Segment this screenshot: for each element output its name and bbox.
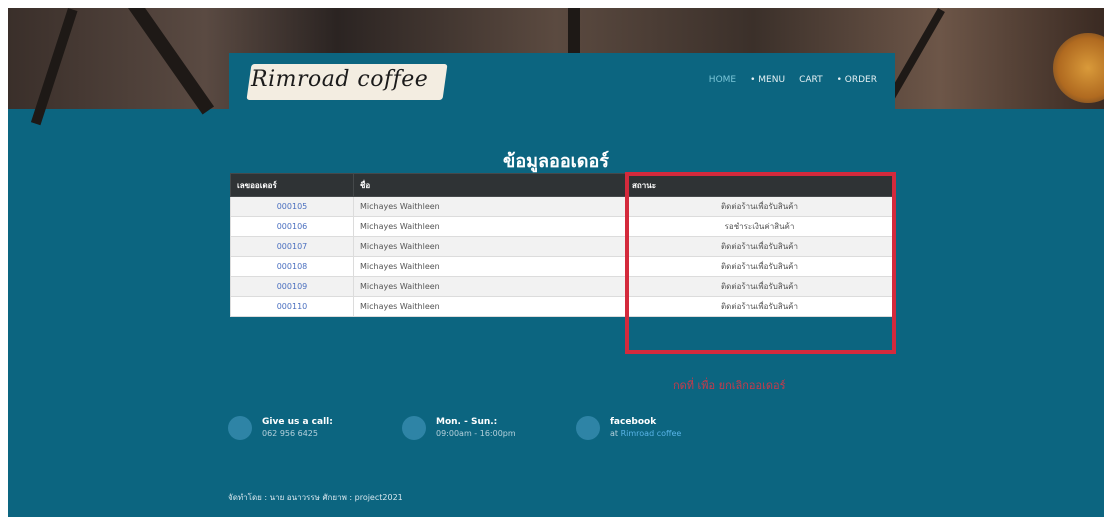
status-cell: ติดต่อร้านเพื่อรับสินค้า (625, 276, 894, 297)
cancel-order-link[interactable]: กดที่ เพื่อ ยกเลิกออเดอร์ (673, 376, 786, 394)
order-number-cell: 000108 (230, 256, 354, 277)
lamp-decoration (1053, 33, 1104, 103)
order-number-cell: 000105 (230, 196, 354, 217)
table-row: 000105 Michayes Waithleen ติดต่อร้านเพื่… (230, 196, 894, 217)
header-name: ชื่อ (353, 173, 626, 197)
name-cell: Michayes Waithleen (353, 276, 626, 297)
order-number-cell: 000110 (230, 296, 354, 317)
ceiling-beam (128, 8, 215, 115)
contact-phone-title: Give us a call: (262, 417, 333, 427)
facebook-icon (576, 416, 600, 440)
nav-menu-item[interactable]: • MENU (750, 75, 785, 85)
order-number-cell: 000106 (230, 216, 354, 237)
nav-cart[interactable]: CART (799, 75, 823, 85)
contact-phone: Give us a call: 062 956 6425 (228, 416, 333, 440)
table-header-row: เลขออเดอร์ ชื่อ สถานะ (230, 173, 894, 197)
name-cell: Michayes Waithleen (353, 236, 626, 257)
nav-order[interactable]: • ORDER (837, 75, 877, 85)
order-number-link[interactable]: 000110 (277, 302, 308, 311)
order-number-link[interactable]: 000109 (277, 282, 308, 291)
page-frame: Rimroad coffee HOME • MENU CART • ORDER … (8, 8, 1104, 517)
logo[interactable]: Rimroad coffee (251, 67, 451, 92)
name-cell: Michayes Waithleen (353, 296, 626, 317)
table-row: 000106 Michayes Waithleen รอชำระเงินค่าส… (230, 216, 894, 237)
table-row: 000107 Michayes Waithleen ติดต่อร้านเพื่… (230, 236, 894, 257)
table-row: 000109 Michayes Waithleen ติดต่อร้านเพื่… (230, 276, 894, 297)
clock-icon (402, 416, 426, 440)
nav-menu-label: MENU (758, 75, 786, 85)
header-order-number: เลขออเดอร์ (230, 173, 354, 197)
status-cell: รอชำระเงินค่าสินค้า (625, 216, 894, 237)
contact-hours-title: Mon. - Sun.: (436, 417, 498, 427)
table-row: 000110 Michayes Waithleen ติดต่อร้านเพื่… (230, 296, 894, 317)
contact-hours-value: 09:00am - 16:00pm (436, 429, 516, 438)
name-cell: Michayes Waithleen (353, 216, 626, 237)
facebook-link[interactable]: Rimroad coffee (621, 429, 682, 438)
order-number-link[interactable]: 000106 (277, 222, 308, 231)
order-number-link[interactable]: 000105 (277, 202, 308, 211)
contact-facebook-text: facebook at Rimroad coffee (610, 416, 681, 440)
table-row: 000108 Michayes Waithleen ติดต่อร้านเพื่… (230, 256, 894, 277)
contact-facebook: facebook at Rimroad coffee (576, 416, 681, 440)
contact-facebook-title: facebook (610, 417, 657, 427)
navbar: Rimroad coffee HOME • MENU CART • ORDER (229, 53, 895, 116)
ceiling-beam (30, 8, 78, 126)
contact-facebook-prefix: at (610, 429, 619, 438)
contact-phone-text: Give us a call: 062 956 6425 (262, 416, 333, 440)
contact-facebook-sub: at Rimroad coffee (610, 428, 681, 440)
status-cell: ติดต่อร้านเพื่อรับสินค้า (625, 236, 894, 257)
orders-table: เลขออเดอร์ ชื่อ สถานะ 000105 Michayes Wa… (230, 173, 894, 317)
status-cell: ติดต่อร้านเพื่อรับสินค้า (625, 196, 894, 217)
nav-menu: HOME • MENU CART • ORDER (709, 75, 877, 85)
order-number-cell: 000109 (230, 276, 354, 297)
order-number-cell: 000107 (230, 236, 354, 257)
footer-credit: จัดทำโดย : นาย อนาวรรษ ศักยาพ : project2… (228, 493, 403, 502)
name-cell: Michayes Waithleen (353, 196, 626, 217)
header-status: สถานะ (625, 173, 894, 197)
contact-hours-text: Mon. - Sun.: 09:00am - 16:00pm (436, 416, 516, 440)
contact-phone-number: 062 956 6425 (262, 429, 318, 438)
page-title: ข้อมูลออเดอร์ (503, 151, 609, 172)
phone-icon (228, 416, 252, 440)
nav-order-label: ORDER (844, 75, 877, 85)
order-number-link[interactable]: 000108 (277, 262, 308, 271)
name-cell: Michayes Waithleen (353, 256, 626, 277)
status-cell: ติดต่อร้านเพื่อรับสินค้า (625, 296, 894, 317)
nav-home[interactable]: HOME (709, 75, 736, 85)
status-cell: ติดต่อร้านเพื่อรับสินค้า (625, 256, 894, 277)
order-number-link[interactable]: 000107 (277, 242, 308, 251)
contact-hours: Mon. - Sun.: 09:00am - 16:00pm (402, 416, 516, 440)
